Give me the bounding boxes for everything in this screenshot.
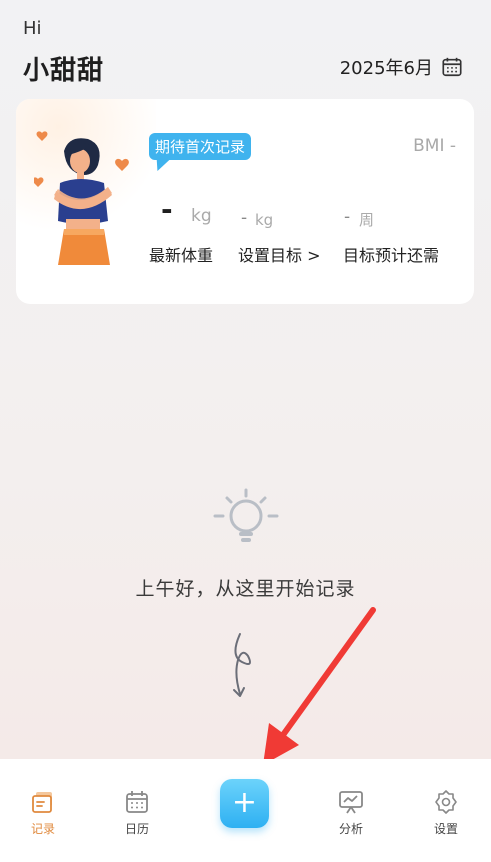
date-selector[interactable]: 2025年6月 [340,54,463,80]
latest-weight-label: 最新体重 [149,246,214,265]
username: 小甜甜 [23,56,105,86]
weight-summary-card[interactable]: 期待首次记录 BMI - - kg 最新体重 - kg 设置目标 > - 周 目… [16,99,474,304]
bottom-nav: 记录 日历 + 分析 设置 [0,759,491,862]
analysis-icon [339,791,363,814]
badge-tail [151,157,173,171]
latest-weight-value: - [161,193,173,226]
bmi-value: BMI - [413,136,456,156]
record-icon [32,792,52,813]
lightbulb-icon [213,488,278,542]
nav-analysis[interactable]: 分析 [321,789,381,837]
nav-settings[interactable]: 设置 [416,789,476,837]
nav-calendar-label: 日历 [124,822,149,836]
date-text: 2025年6月 [339,58,433,79]
nav-record[interactable]: 记录 [13,789,73,837]
calendar-icon[interactable] [441,56,463,78]
empty-state-icon-wrap [0,486,491,556]
calendar-icon [126,791,148,813]
goal-unit: kg [255,211,274,229]
eta-unit: 周 [359,211,375,229]
eta-value: - [344,207,351,227]
add-record-button[interactable]: + [220,779,269,828]
nav-record-label: 记录 [30,822,55,836]
latest-weight-unit: kg [191,206,212,226]
empty-state-message: 上午好，从这里开始记录 [135,578,356,600]
nav-calendar[interactable]: 日历 [107,789,167,837]
greeting: Hi [23,18,42,39]
settings-icon [435,790,457,814]
nav-analysis-label: 分析 [338,822,363,836]
woman-illustration [34,131,129,265]
first-record-badge: 期待首次记录 [149,133,252,160]
goal-value: - [241,208,248,228]
nav-settings-label: 设置 [433,822,458,836]
set-goal-link[interactable]: 设置目标 > [238,242,321,266]
pointer-arrow-icon [263,607,376,765]
eta-label: 目标预计还需 [343,246,440,265]
